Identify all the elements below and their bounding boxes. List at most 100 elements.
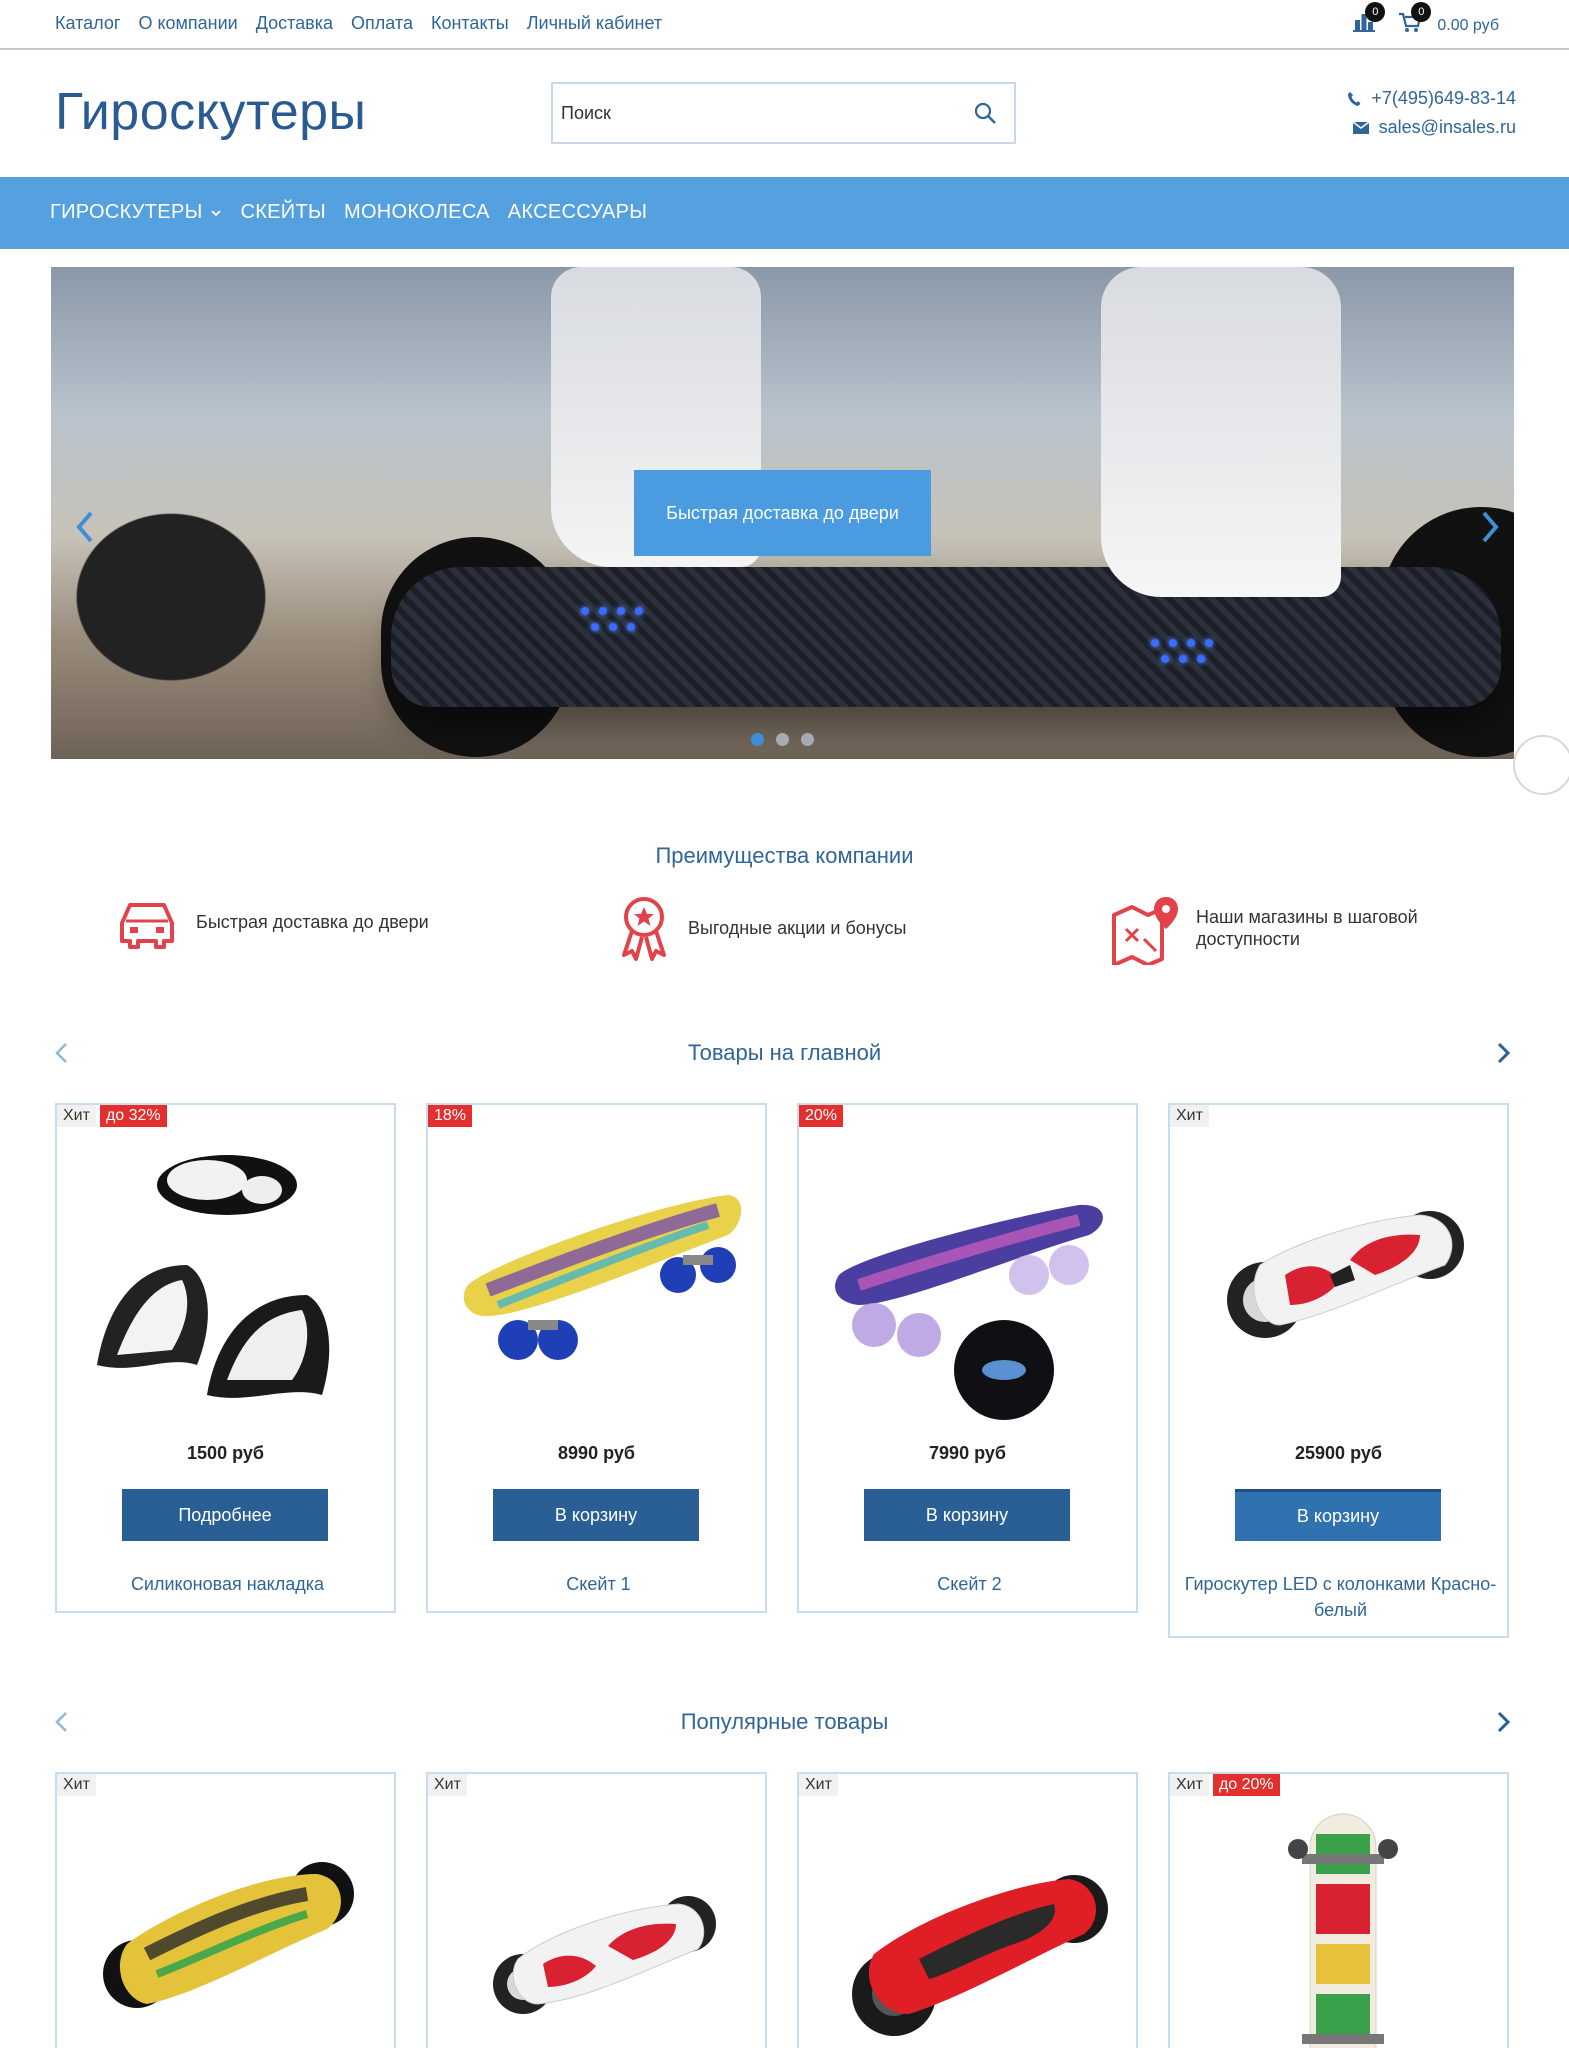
hero-led	[1179, 655, 1187, 663]
phone-link[interactable]: +7(495)649-83-14	[1371, 88, 1516, 109]
advantage-text: Выгодные акции и бонусы	[688, 918, 907, 939]
product-image[interactable]	[819, 1125, 1120, 1425]
mail-icon	[1352, 121, 1369, 134]
menu-item-accessories[interactable]: АКСЕССУАРЫ	[508, 201, 648, 224]
product-image[interactable]	[77, 1794, 378, 2048]
product-price: 7990 руб	[929, 1443, 1006, 1463]
featured-next-arrow[interactable]	[1493, 1041, 1513, 1065]
product-image[interactable]	[448, 1125, 749, 1425]
compare-count-badge: 0	[1365, 2, 1386, 22]
car-icon	[120, 903, 174, 949]
product-card[interactable]: 18% 8990 руб В корзину Скейт 1	[426, 1103, 767, 1613]
product-badges: Хит до 32%	[57, 1105, 167, 1127]
header-contacts: +7(495)649-83-14 sales@insales.ru	[1347, 88, 1516, 146]
product-price: 1500 руб	[187, 1443, 264, 1463]
hero-led	[609, 623, 617, 631]
product-badges: Хит до 20%	[1170, 1774, 1280, 1796]
menu-item-label: ГИРОСКУТЕРЫ	[50, 201, 203, 223]
advantage-item: Выгодные акции и бонусы	[614, 893, 906, 965]
add-to-cart-button[interactable]: В корзину	[1235, 1489, 1441, 1541]
top-nav-account[interactable]: Личный кабинет	[527, 13, 662, 34]
hero-led	[591, 623, 599, 631]
hit-badge: Хит	[1170, 1105, 1209, 1127]
slider-next-arrow[interactable]	[1474, 507, 1504, 547]
hit-badge: Хит	[799, 1774, 838, 1796]
email-link[interactable]: sales@insales.ru	[1379, 117, 1516, 138]
slider-dot[interactable]	[776, 733, 789, 746]
product-card[interactable]: Хит до 32% 1500 руб Подробнее Силиконова…	[55, 1103, 396, 1613]
product-name[interactable]: Гироскутер LED с колонками Красно-белый	[1180, 1571, 1501, 1623]
product-card[interactable]: Хит	[55, 1772, 396, 2048]
hit-badge: Хит	[428, 1774, 467, 1796]
hero-image-shoe	[1101, 267, 1341, 597]
product-price: 8990 руб	[558, 1443, 635, 1463]
top-nav-about[interactable]: О компании	[138, 13, 237, 34]
product-badges: Хит	[1170, 1105, 1209, 1127]
product-badges: Хит	[799, 1774, 838, 1796]
product-card[interactable]: 20% 7990 руб В корзину Скейт 2	[797, 1103, 1138, 1613]
discount-badge: 20%	[799, 1105, 844, 1127]
product-price: 25900 руб	[1295, 1443, 1382, 1463]
discount-badge: до 20%	[1212, 1774, 1280, 1796]
product-image[interactable]	[77, 1125, 378, 1425]
popular-next-arrow[interactable]	[1493, 1710, 1513, 1734]
top-nav-contacts[interactable]: Контакты	[431, 13, 509, 34]
details-button[interactable]: Подробнее	[122, 1489, 328, 1541]
hero-led	[599, 607, 607, 615]
compare-button[interactable]: 0	[1351, 2, 1386, 34]
top-nav-catalog[interactable]: Каталог	[55, 13, 120, 34]
hero-led	[1161, 655, 1169, 663]
product-name[interactable]: Силиконовая накладка	[67, 1571, 388, 1597]
add-to-cart-button[interactable]: В корзину	[493, 1489, 699, 1541]
discount-badge: 18%	[428, 1105, 473, 1127]
product-card[interactable]: Хит	[426, 1772, 767, 2048]
menu-item-monowheels[interactable]: МОНОКОЛЕСА	[344, 201, 490, 224]
cart-button[interactable]: 0	[1397, 2, 1432, 34]
hero-led	[635, 607, 643, 615]
slider-dot[interactable]	[751, 733, 764, 746]
slider-dot[interactable]	[801, 733, 814, 746]
advantage-text: Наши магазины в шаговой доступности	[1196, 907, 1418, 949]
product-image[interactable]	[448, 1794, 749, 2048]
advantages-title: Преимущества компании	[655, 843, 914, 868]
hero-led	[1197, 655, 1205, 663]
site-logo[interactable]: Гироскутеры	[55, 82, 366, 142]
search-input[interactable]	[561, 98, 951, 128]
product-card[interactable]: Хит 25900 руб В корзину Гироскутер LED с…	[1168, 1103, 1509, 1638]
popular-title: Популярные товары	[680, 1709, 889, 1734]
cart-count-badge: 0	[1411, 2, 1432, 22]
advantage-item: Быстрая доставка до двери	[112, 893, 429, 953]
hero-led	[1151, 639, 1159, 647]
email-row: sales@insales.ru	[1347, 117, 1516, 138]
menu-item-skates[interactable]: СКЕЙТЫ	[240, 201, 326, 224]
phone-icon	[1348, 91, 1361, 106]
cart-sum[interactable]: 0.00 руб	[1437, 17, 1499, 35]
hero-led	[627, 623, 635, 631]
product-card[interactable]: Хит	[797, 1772, 1138, 2048]
scroll-up-button[interactable]	[1513, 735, 1569, 795]
hero-led	[1187, 639, 1195, 647]
slider-dots	[751, 733, 814, 746]
menu-item-gyroscooters[interactable]: ГИРОСКУТЕРЫ	[50, 201, 222, 224]
add-to-cart-button[interactable]: В корзину	[864, 1489, 1070, 1541]
hero-cta-button[interactable]: Быстрая доставка до двери	[634, 470, 931, 556]
hit-badge: Хит	[1170, 1774, 1209, 1796]
advantage-text: Быстрая доставка до двери	[196, 912, 429, 933]
top-nav-delivery[interactable]: Доставка	[256, 13, 333, 34]
product-card[interactable]: Хит до 20%	[1168, 1772, 1509, 2048]
product-name[interactable]: Скейт 1	[438, 1571, 759, 1597]
top-bar: Каталог О компании Доставка Оплата Конта…	[0, 0, 1569, 50]
hero-slider[interactable]: Быстрая доставка до двери	[51, 267, 1514, 759]
slider-prev-arrow[interactable]	[71, 507, 101, 547]
hit-badge: Хит	[57, 1774, 96, 1796]
product-name[interactable]: Скейт 2	[809, 1571, 1130, 1597]
advantage-item: Наши магазины в шаговой доступности	[1110, 893, 1436, 965]
product-image[interactable]	[1190, 1125, 1491, 1425]
product-image[interactable]	[1190, 1794, 1491, 2048]
top-nav-payment[interactable]: Оплата	[351, 13, 413, 34]
product-badges: Хит	[428, 1774, 467, 1796]
featured-title: Товары на главной	[687, 1040, 882, 1065]
search-icon[interactable]	[972, 100, 1000, 128]
hero-led	[1169, 639, 1177, 647]
product-image[interactable]	[819, 1794, 1120, 2048]
